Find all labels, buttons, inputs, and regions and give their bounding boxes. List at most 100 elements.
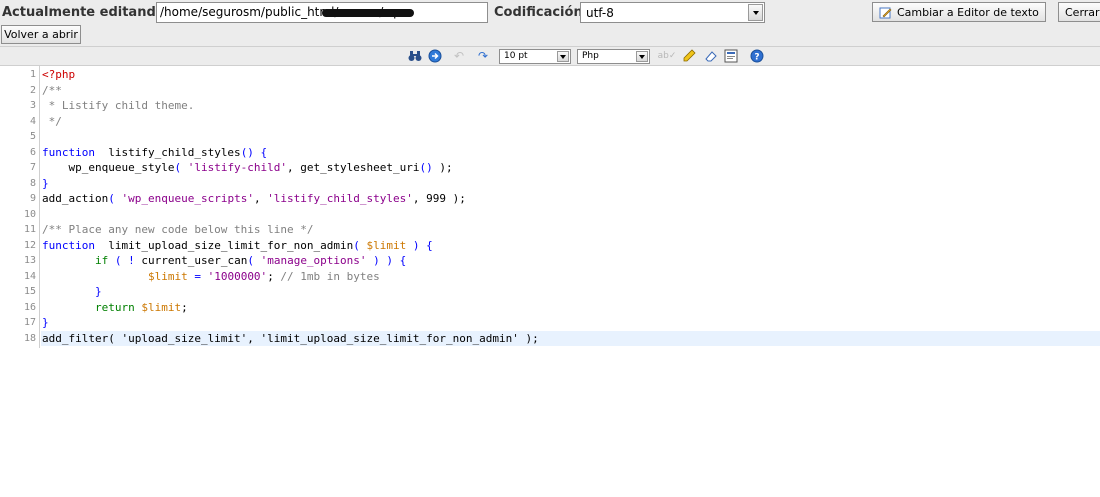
chevron-down-icon[interactable] bbox=[748, 4, 763, 21]
code-token: , 999 ); bbox=[412, 192, 466, 205]
encoding-label: Codificación: bbox=[494, 5, 588, 20]
redo-icon[interactable]: ↷ bbox=[476, 49, 490, 63]
chevron-down-icon[interactable] bbox=[557, 51, 569, 62]
edit-pencil-icon bbox=[879, 7, 892, 18]
code-token: () bbox=[419, 161, 433, 174]
code-token: // 1mb in bytes bbox=[273, 269, 380, 283]
line-number: 7 bbox=[29, 162, 36, 173]
line-number: 10 bbox=[23, 208, 36, 220]
code-token: 'listify-child' bbox=[187, 161, 288, 174]
line-number: 14 bbox=[23, 270, 36, 282]
switch-text-editor-label: Cambiar a Editor de texto bbox=[897, 5, 1039, 19]
code-line[interactable]: * Listify child theme. bbox=[42, 98, 195, 114]
font-size-value: 10 pt bbox=[504, 51, 528, 61]
code-token: 'wp_enqueue_scripts' bbox=[121, 192, 254, 205]
code-token: } bbox=[42, 176, 49, 190]
line-number: 8 bbox=[29, 177, 36, 189]
code-token: function bbox=[42, 238, 95, 252]
code-token: ); bbox=[432, 161, 453, 174]
code-token: <?php bbox=[42, 68, 76, 81]
goto-icon[interactable] bbox=[428, 49, 442, 63]
code-line[interactable]: function limit_upload_size_limit_for_non… bbox=[42, 238, 433, 254]
fullscreen-icon[interactable] bbox=[724, 49, 738, 63]
code-line[interactable]: add_action( 'wp_enqueue_scripts', 'listi… bbox=[42, 191, 466, 207]
font-size-select[interactable]: 10 pt bbox=[499, 49, 571, 64]
code-line[interactable]: wp_enqueue_style( 'listify-child', get_s… bbox=[42, 160, 453, 176]
code-token: 'manage_options' bbox=[260, 254, 367, 267]
line-number: 3 bbox=[29, 100, 36, 111]
code-token: ; bbox=[267, 269, 274, 283]
binoculars-icon[interactable] bbox=[408, 49, 422, 63]
encoding-select[interactable]: utf-8 bbox=[580, 2, 765, 23]
language-value: Php bbox=[582, 51, 599, 61]
editing-label: Actualmente editando: bbox=[2, 5, 170, 20]
code-token: listify_child_styles bbox=[94, 145, 241, 159]
code-line[interactable]: if ( ! current_user_can( 'manage_options… bbox=[42, 253, 406, 269]
code-line[interactable]: */ bbox=[42, 114, 62, 130]
chevron-down-icon[interactable] bbox=[636, 51, 648, 62]
line-number: 4 bbox=[29, 115, 36, 127]
eraser-icon[interactable] bbox=[704, 49, 718, 63]
code-line[interactable]: return $limit; bbox=[42, 300, 188, 316]
code-token: function bbox=[42, 145, 95, 159]
help-icon[interactable]: ? bbox=[750, 49, 764, 63]
reopen-label: Volver a abrir bbox=[4, 28, 78, 41]
code-token: $limit bbox=[134, 300, 182, 314]
code-token: ; bbox=[181, 300, 188, 314]
code-token: $limit bbox=[366, 238, 407, 252]
code-line[interactable]: } bbox=[42, 176, 49, 192]
line-number: 12 bbox=[23, 239, 36, 251]
code-token: add_action bbox=[42, 192, 109, 205]
line-number: 6 bbox=[29, 146, 36, 158]
encoding-value: utf-8 bbox=[586, 6, 614, 20]
editor-toolbar: ↶ ↷ 10 pt Php ab✓ ? bbox=[0, 46, 1100, 66]
code-token: current_user_can bbox=[141, 254, 248, 267]
code-line[interactable]: <?php bbox=[42, 67, 75, 83]
svg-text:?: ? bbox=[754, 53, 759, 63]
code-token: * Listify child theme. bbox=[42, 99, 195, 112]
code-token: ( bbox=[174, 161, 188, 174]
spellcheck-icon[interactable]: ab✓ bbox=[658, 49, 677, 63]
code-token: '1000000' bbox=[207, 269, 268, 283]
code-token: limit_upload_size_limit_for_non_admin bbox=[94, 238, 354, 252]
line-number: 17 bbox=[23, 317, 36, 328]
code-line[interactable]: } bbox=[42, 284, 102, 300]
code-token: wp_enqueue_style bbox=[42, 161, 175, 174]
code-token: /** Place any new code below this line *… bbox=[42, 223, 314, 236]
code-line[interactable]: add_filter( 'upload_size_limit', 'limit_… bbox=[42, 331, 539, 347]
code-token: ) { bbox=[406, 238, 433, 252]
line-number: 9 bbox=[29, 193, 36, 204]
reopen-button[interactable]: Volver a abrir bbox=[1, 25, 81, 44]
line-number: 11 bbox=[23, 224, 36, 235]
code-line[interactable]: } bbox=[42, 315, 49, 331]
code-token: if bbox=[42, 254, 109, 267]
code-token: ( bbox=[247, 254, 261, 267]
file-header: Actualmente editando: /home/segurosm/pub… bbox=[0, 0, 1100, 46]
code-line[interactable]: /** Place any new code below this line *… bbox=[42, 222, 314, 238]
code-token: = bbox=[187, 269, 208, 283]
line-number: 15 bbox=[23, 286, 36, 297]
code-token: 'listify_child_styles' bbox=[267, 192, 413, 205]
close-button[interactable]: Cerrar bbox=[1058, 2, 1100, 22]
code-token: $limit bbox=[42, 269, 188, 283]
language-select[interactable]: Php bbox=[577, 49, 650, 64]
highlight-icon[interactable] bbox=[682, 49, 696, 63]
switch-text-editor-button[interactable]: Cambiar a Editor de texto bbox=[872, 2, 1046, 22]
code-editor[interactable]: 1 2 3 4 5 6 7 8 9 10 11 12 13 14 15 16 17 18 <?php/** * L… bbox=[0, 66, 1100, 497]
line-number: 13 bbox=[23, 255, 36, 266]
code-token: ( bbox=[353, 238, 367, 252]
line-number: 16 bbox=[23, 301, 36, 313]
line-number: 5 bbox=[29, 131, 36, 142]
code-line[interactable]: function listify_child_styles() { bbox=[42, 145, 267, 161]
code-line[interactable]: /** bbox=[42, 83, 62, 99]
code-token: return bbox=[42, 300, 135, 314]
line-number: 1 bbox=[29, 69, 36, 80]
close-label: Cerrar bbox=[1065, 5, 1100, 19]
redaction-mark bbox=[322, 9, 414, 17]
code-line[interactable]: $limit = '1000000'; // 1mb in bytes bbox=[42, 269, 380, 285]
undo-icon[interactable]: ↶ bbox=[452, 49, 466, 63]
code-token: () { bbox=[240, 145, 268, 159]
code-token: ( ! bbox=[108, 254, 142, 267]
code-token: } bbox=[42, 316, 49, 329]
code-token: , get_stylesheet_uri bbox=[287, 161, 420, 174]
